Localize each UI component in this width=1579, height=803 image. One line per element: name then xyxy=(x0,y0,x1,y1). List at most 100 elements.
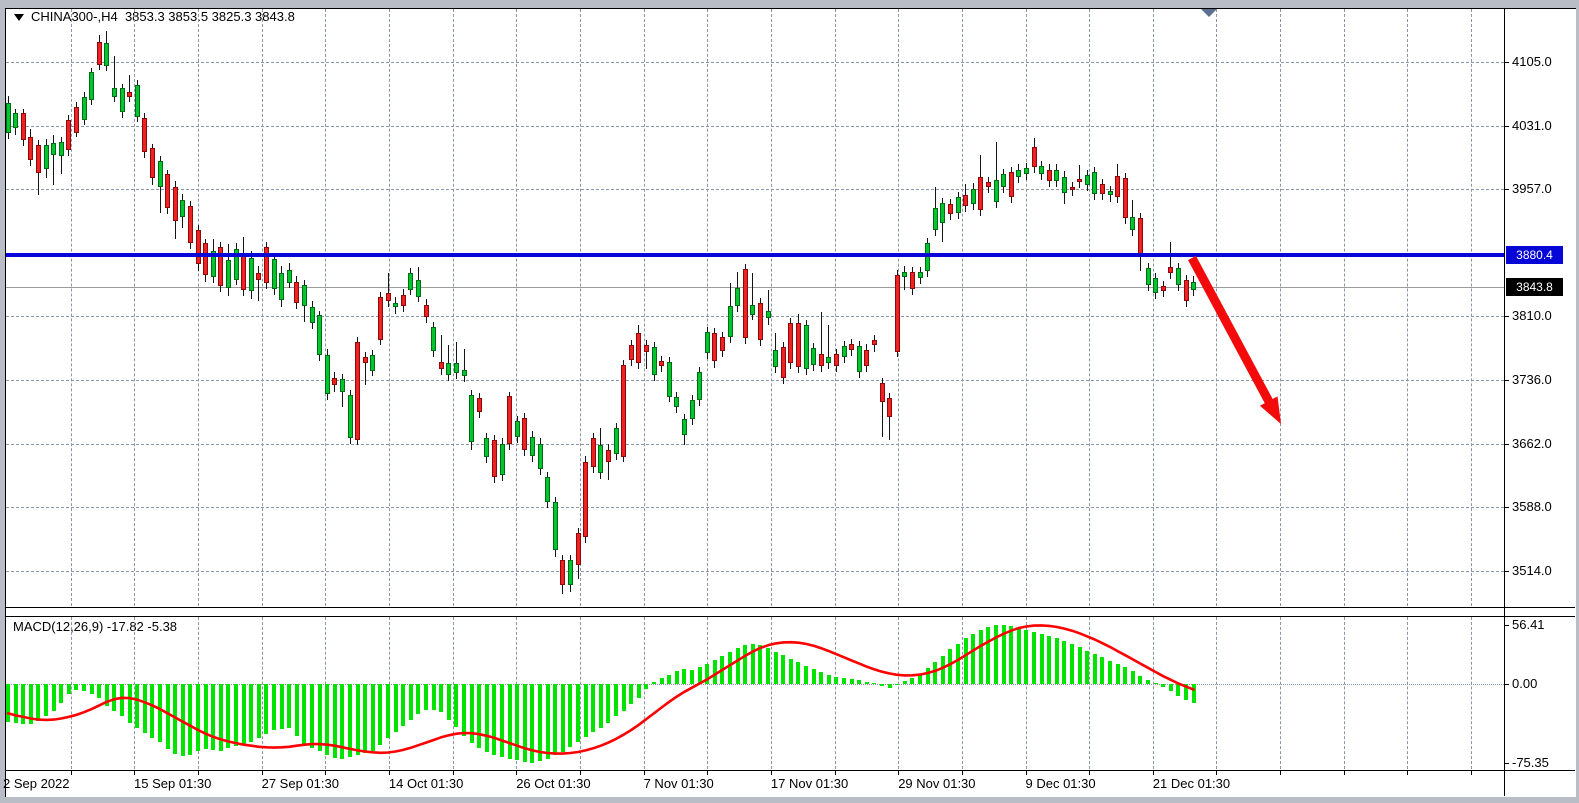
candle-wick xyxy=(129,75,130,103)
macd-indicator-label: MACD(12,26,9) -17.82 -5.38 xyxy=(13,619,177,634)
macd-histogram-bar xyxy=(1154,683,1158,684)
vertical-gridline xyxy=(580,617,581,769)
candle-body xyxy=(13,113,18,129)
candle-body xyxy=(1016,170,1021,177)
candle-body xyxy=(89,72,94,100)
candle-body xyxy=(940,203,945,223)
candle-body xyxy=(492,440,497,477)
candle-body xyxy=(1092,172,1097,194)
time-axis-tick xyxy=(898,771,899,775)
macd-histogram-bar xyxy=(895,684,899,685)
candle-body xyxy=(112,88,117,97)
candle-body xyxy=(203,243,208,275)
candle-body xyxy=(256,273,261,280)
macd-histogram-bar xyxy=(120,684,124,716)
vertical-gridline xyxy=(1026,9,1027,606)
macd-histogram-bar xyxy=(280,684,284,729)
candle-body xyxy=(196,230,201,264)
candle-body xyxy=(887,398,892,417)
horizontal-gridline xyxy=(6,62,1504,63)
vertical-gridline xyxy=(198,9,199,606)
macd-histogram-bar xyxy=(500,684,504,757)
macd-histogram-bar xyxy=(667,675,671,684)
candle-body xyxy=(51,143,56,155)
candle-body xyxy=(621,365,626,457)
macd-histogram-bar xyxy=(774,652,778,684)
candle-body xyxy=(766,311,771,318)
candle-body xyxy=(241,255,246,290)
vertical-gridline xyxy=(1344,617,1345,769)
macd-histogram-bar xyxy=(477,684,481,748)
candle-body xyxy=(1176,268,1181,285)
candle-body xyxy=(545,477,550,502)
vertical-gridline xyxy=(453,617,454,769)
time-axis-tick xyxy=(198,771,199,775)
macd-histogram-bar xyxy=(1047,636,1051,684)
macd-histogram-bar xyxy=(1146,680,1150,684)
candle-body xyxy=(864,350,869,366)
time-axis-label: 27 Sep 01:30 xyxy=(262,776,339,791)
candle-body xyxy=(849,344,854,349)
macd-histogram-bar xyxy=(1017,628,1021,684)
candle-body xyxy=(74,107,79,133)
macd-histogram-bar xyxy=(401,684,405,726)
macd-histogram-bar xyxy=(698,667,702,684)
candle-body xyxy=(880,383,885,402)
macd-histogram-bar xyxy=(416,684,420,714)
macd-axis-label: 56.41 xyxy=(1512,617,1545,632)
macd-histogram-bar xyxy=(492,684,496,755)
candle-body xyxy=(469,395,474,442)
candle-body xyxy=(165,174,170,208)
candle-body xyxy=(1115,176,1120,198)
time-axis-tick xyxy=(516,771,517,775)
macd-histogram-bar xyxy=(941,656,945,684)
candle-body xyxy=(614,428,619,454)
candle-body xyxy=(652,347,657,375)
symbol-title: CHINA300-,H4 3853.3 3853.5 3825.3 3843.8 xyxy=(14,9,295,24)
candle-body xyxy=(173,187,178,221)
macd-histogram-bar xyxy=(728,652,732,684)
macd-histogram-bar xyxy=(1169,684,1173,691)
macd-histogram-bar xyxy=(36,684,40,721)
macd-histogram-bar xyxy=(310,684,314,748)
macd-histogram-bar xyxy=(508,684,512,759)
candle-body xyxy=(1108,191,1113,195)
vertical-gridline xyxy=(1153,9,1154,606)
macd-histogram-bar xyxy=(135,684,139,728)
scroll-position-marker-icon[interactable] xyxy=(1201,9,1217,17)
candle-body xyxy=(682,419,687,435)
macd-histogram-bar xyxy=(340,684,344,759)
time-axis-tick xyxy=(835,771,836,775)
price-axis-label: 3736.0 xyxy=(1512,372,1552,387)
candle-body xyxy=(1032,147,1037,167)
symbol-dropdown-icon[interactable] xyxy=(14,14,24,21)
time-axis-tick xyxy=(580,771,581,775)
candle-body xyxy=(674,397,679,407)
macd-histogram-bar xyxy=(219,684,223,751)
price-axis-label: 3588.0 xyxy=(1512,499,1552,514)
candle-body xyxy=(697,372,702,400)
candle-body xyxy=(272,259,277,289)
macd-histogram-bar xyxy=(67,684,71,694)
last-price-tag: 3843.8 xyxy=(1506,278,1563,296)
candle-body xyxy=(690,400,695,419)
vertical-gridline xyxy=(1471,9,1472,606)
macd-axis-tick xyxy=(1504,763,1509,764)
candle-body xyxy=(1009,172,1014,197)
macd-axis-tick xyxy=(1504,684,1509,685)
candle-body xyxy=(294,282,299,304)
candle-body xyxy=(834,354,839,366)
macd-histogram-bar xyxy=(1192,684,1196,703)
time-axis-tick xyxy=(1471,771,1472,775)
candle-body xyxy=(462,370,467,376)
macd-histogram-bar xyxy=(188,684,192,755)
candle-body xyxy=(515,421,520,437)
candle-body xyxy=(59,142,64,156)
candle-body xyxy=(659,361,664,366)
time-axis-label: 29 Nov 01:30 xyxy=(898,776,975,791)
candle-body xyxy=(424,305,429,317)
candle-body xyxy=(150,148,155,178)
macd-histogram-bar xyxy=(462,684,466,736)
candle-body xyxy=(773,350,778,367)
macd-histogram-bar xyxy=(644,684,648,689)
